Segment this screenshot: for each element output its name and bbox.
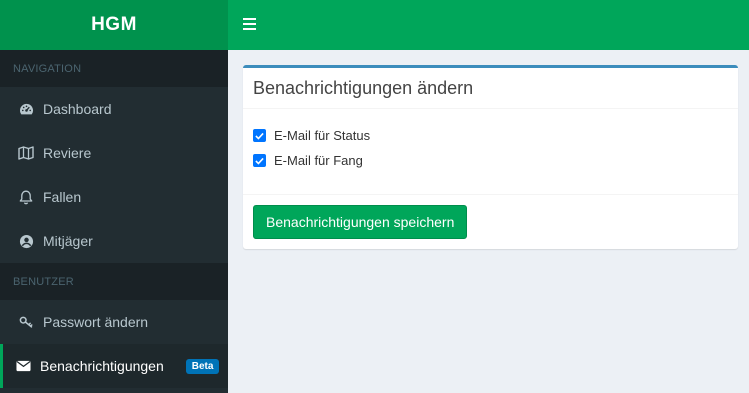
sidebar-item-fallen[interactable]: Fallen	[0, 175, 228, 219]
app-logo[interactable]: HGM	[0, 0, 228, 50]
sidebar-item-benachrichtigungen[interactable]: Benachrichtigungen Beta	[0, 344, 228, 388]
sidebar: HGM NAVIGATION Dashboard Reviere Fallen …	[0, 0, 228, 393]
option-email-status: E-Mail für Status	[253, 123, 728, 148]
topbar	[228, 0, 749, 50]
hamburger-icon[interactable]	[243, 18, 256, 30]
user-circle-icon	[18, 233, 34, 249]
section-header-navigation: NAVIGATION	[0, 50, 228, 87]
section-header-benutzer: BENUTZER	[0, 263, 228, 300]
sidebar-item-passwort[interactable]: Passwort ändern	[0, 300, 228, 344]
option-label: E-Mail für Fang	[274, 153, 363, 168]
sidebar-item-label: Mitjäger	[43, 233, 93, 249]
dashboard-icon	[18, 101, 34, 117]
sidebar-item-label: Passwort ändern	[43, 314, 149, 330]
save-notifications-button[interactable]: Benachrichtigungen speichern	[253, 205, 468, 239]
email-fang-checkbox[interactable]	[253, 154, 266, 167]
page-title: Benachrichtigungen ändern	[253, 78, 474, 98]
bell-icon	[18, 189, 34, 205]
email-status-checkbox[interactable]	[253, 129, 266, 142]
sidebar-item-label: Fallen	[43, 189, 82, 205]
option-label: E-Mail für Status	[274, 128, 371, 143]
sidebar-item-label: Benachrichtigungen	[40, 358, 164, 374]
sidebar-item-mitjaeger[interactable]: Mitjäger	[0, 219, 228, 263]
box-body: E-Mail für Status E-Mail für Fang	[243, 109, 738, 195]
sidebar-item-dashboard[interactable]: Dashboard	[0, 87, 228, 131]
box-header: Benachrichtigungen ändern	[243, 68, 738, 109]
sidebar-item-label: Reviere	[43, 145, 92, 161]
map-icon	[18, 145, 34, 161]
option-email-fang: E-Mail für Fang	[253, 148, 728, 173]
envelope-icon	[15, 358, 31, 374]
sidebar-item-label: Dashboard	[43, 101, 112, 117]
sidebar-item-reviere[interactable]: Reviere	[0, 131, 228, 175]
notification-settings-box: Benachrichtigungen ändern E-Mail für Sta…	[243, 65, 738, 249]
key-icon	[18, 314, 34, 330]
box-footer: Benachrichtigungen speichern	[243, 195, 738, 249]
beta-badge: Beta	[185, 358, 220, 374]
